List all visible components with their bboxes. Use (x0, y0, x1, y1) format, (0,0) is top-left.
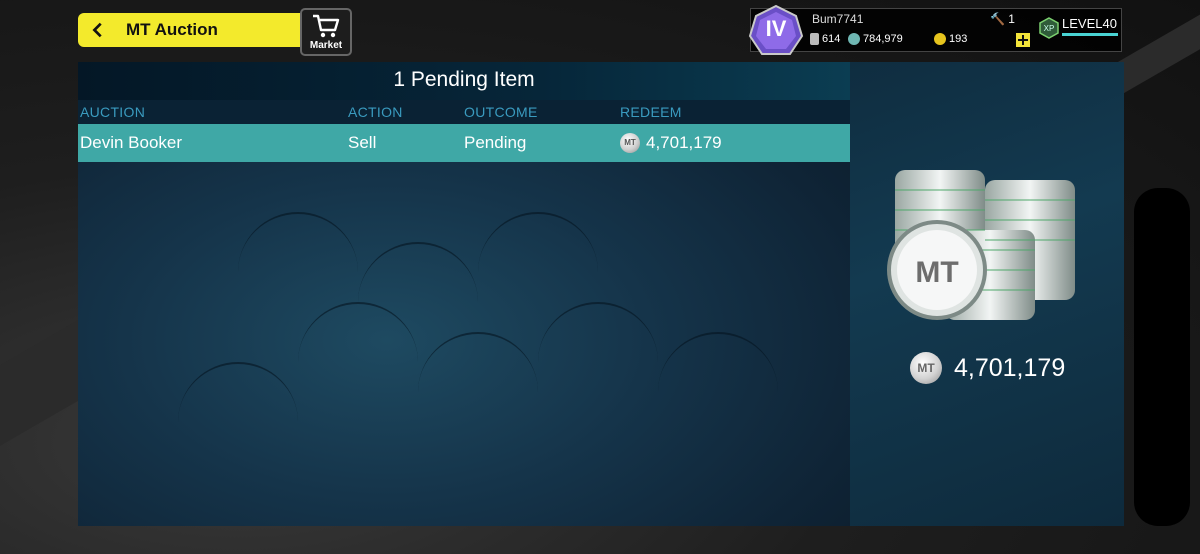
panel-title: 1 Pending Item (393, 68, 535, 91)
level-label: LEVEL40 (1062, 16, 1117, 31)
cell-action: Sell (348, 133, 377, 152)
level-progress-bar (1062, 33, 1118, 36)
decor-scale (178, 362, 298, 422)
page-title: MT Auction Outcomes (118, 13, 300, 47)
cell-auction: Devin Booker (80, 133, 183, 152)
stat-points: 614 (810, 33, 840, 45)
auction-count[interactable]: 🔨 1 (990, 12, 1015, 26)
column-header-action: ACTION (348, 104, 403, 120)
device-edge (1134, 188, 1190, 526)
stat-vc: 784,979 (848, 33, 903, 45)
mt-coin-stack-icon: MT (885, 160, 1095, 340)
svg-text:XP: XP (1044, 24, 1055, 33)
redeem-total: MT 4,701,179 (910, 352, 1065, 384)
decor-scale (478, 212, 598, 272)
add-currency-icon[interactable] (1016, 33, 1030, 47)
mt-coin-icon: MT (910, 352, 942, 384)
panel-header: 1 Pending Item (78, 62, 850, 100)
vc-value: 784,979 (863, 33, 903, 45)
decor-scale (298, 302, 418, 362)
auction-count-value: 1 (1008, 12, 1015, 26)
redeem-total-value: 4,701,179 (954, 353, 1066, 382)
xp-icon: XP (1038, 17, 1060, 39)
auction-outcomes-panel: 1 Pending Item AUCTION ACTION OUTCOME RE… (78, 62, 850, 526)
tokens-value: 193 (949, 33, 968, 45)
mt-coin-icon: MT (620, 133, 640, 153)
cell-outcome: Pending (464, 133, 527, 152)
market-button[interactable]: Market (300, 8, 352, 56)
column-header-outcome: OUTCOME (464, 104, 538, 120)
column-header-redeem: REDEEM (620, 104, 682, 120)
svg-text:MT: MT (915, 256, 958, 289)
market-label: Market (309, 40, 343, 51)
username: Bum7741 (812, 12, 864, 26)
gavel-icon: 🔨 (990, 12, 1005, 26)
column-headers: AUCTION ACTION OUTCOME REDEEM (78, 100, 850, 124)
stat-tokens: 193 (934, 33, 967, 45)
column-header-auction: AUCTION (80, 104, 146, 120)
cell-redeem-value: 4,701,179 (646, 133, 722, 152)
table-row[interactable]: Devin Booker Sell Pending MT 4,701,179 (78, 124, 850, 162)
vc-coin-icon (848, 33, 860, 45)
decor-scale (538, 302, 658, 362)
stat-points-value: 614 (822, 33, 841, 45)
back-arrow-icon[interactable] (78, 13, 118, 47)
token-icon (934, 33, 946, 45)
card-icon (810, 33, 819, 45)
back-title-bar[interactable]: MT Auction Outcomes (78, 13, 300, 47)
cart-icon (313, 14, 340, 38)
rank-label: IV (765, 16, 787, 41)
decor-scale (238, 212, 358, 272)
cell-redeem: MT 4,701,179 (620, 133, 722, 153)
decor-scale (358, 242, 478, 302)
decor-scale (418, 332, 538, 392)
decor-scale (658, 332, 778, 392)
